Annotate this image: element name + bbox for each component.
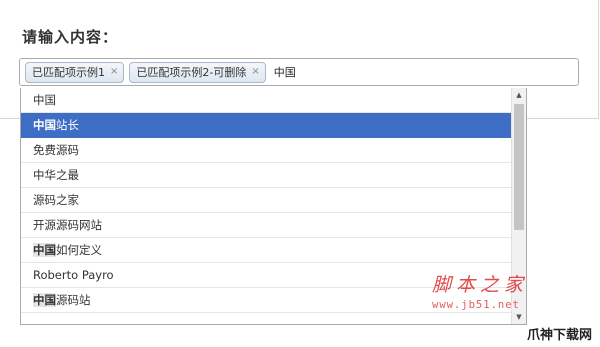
suggestion-item[interactable]: 免费源码 xyxy=(21,138,511,163)
scroll-down-icon[interactable]: ▼ xyxy=(512,310,526,324)
match-text: 中国 xyxy=(33,118,56,132)
item-rest-text: 站长 xyxy=(56,118,79,132)
page-title: 请输入内容： xyxy=(22,28,119,46)
suggestion-item[interactable]: 开源源码网站 xyxy=(21,213,511,238)
scroll-thumb[interactable] xyxy=(514,104,524,230)
chip: 已匹配项示例1 × xyxy=(25,61,125,83)
chip-label: 已匹配项示例1 xyxy=(32,66,105,79)
match-text: 中国 xyxy=(33,293,56,307)
chip: 已匹配项示例2-可删除 × xyxy=(129,61,266,83)
suggestion-item[interactable]: 中华之最 xyxy=(21,163,511,188)
item-rest-text: 源码站 xyxy=(56,293,91,307)
suggestion-item[interactable]: 中国如何定义 xyxy=(21,238,511,263)
chip-remove-icon[interactable]: × xyxy=(110,67,118,77)
chip-remove-icon[interactable]: × xyxy=(251,67,259,77)
corner-logo: 爪神下载网 xyxy=(526,328,592,343)
match-text: 中国 xyxy=(33,243,56,257)
item-rest-text: 如何定义 xyxy=(56,243,102,257)
site-watermark: 脚本之家 www.jb51.net xyxy=(432,270,528,311)
screen: 请输入内容： 已匹配项示例1 × 已匹配项示例2-可删除 × 中国 中国 中国站… xyxy=(0,0,600,347)
chip-label: 已匹配项示例2-可删除 xyxy=(136,66,247,79)
suggestion-item[interactable]: 中国 xyxy=(21,88,511,113)
watermark-url: www.jb51.net xyxy=(432,299,520,311)
scroll-up-icon[interactable]: ▲ xyxy=(512,88,526,102)
tag-input-field[interactable]: 已匹配项示例1 × 已匹配项示例2-可删除 × 中国 xyxy=(19,58,579,86)
suggestion-item-highlighted[interactable]: 中国站长 xyxy=(21,113,511,138)
watermark-title: 脚本之家 xyxy=(432,274,529,296)
suggestion-item[interactable]: 源码之家 xyxy=(21,188,511,213)
search-input-text[interactable]: 中国 xyxy=(274,64,296,80)
